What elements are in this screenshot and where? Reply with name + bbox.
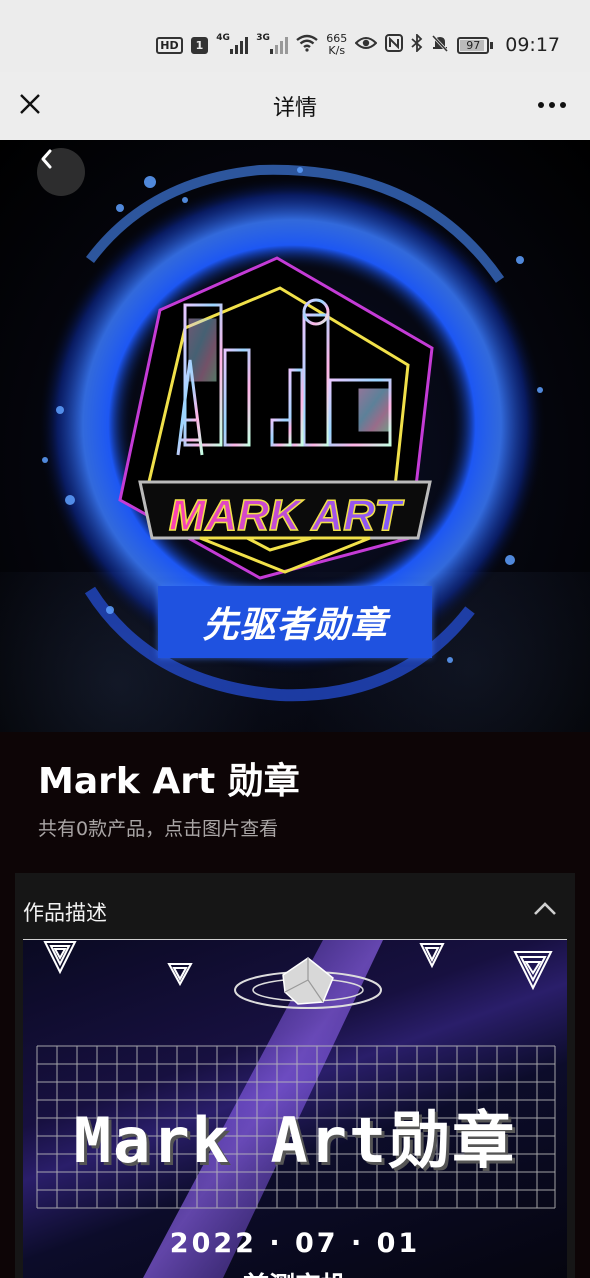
chevron-left-icon bbox=[41, 149, 52, 169]
product-info: Mark Art 勋章 共有0款产品，点击图片查看 bbox=[0, 732, 590, 872]
more-dot-icon bbox=[560, 102, 566, 108]
description-label: 作品描述 bbox=[23, 901, 107, 925]
more-dot-icon bbox=[549, 102, 555, 108]
hero-image[interactable]: MARK ART 先驱者勋章 bbox=[0, 140, 590, 732]
eye-icon bbox=[354, 36, 378, 54]
logo-text: MARK ART bbox=[169, 491, 404, 540]
signal-3g-icon: 3G bbox=[256, 33, 289, 54]
more-options-button[interactable] bbox=[532, 90, 572, 120]
nfc-icon bbox=[385, 34, 404, 56]
network-speed: 665 K/s bbox=[326, 32, 348, 57]
hd-voice-icon: HD bbox=[156, 36, 183, 54]
status-bar: HD 1 4G 3G 665 K/s 97 09:17 bbox=[0, 0, 590, 72]
wifi-icon bbox=[296, 34, 318, 56]
bluetooth-icon bbox=[411, 32, 423, 56]
title-bar: 详情 bbox=[0, 72, 590, 140]
description-poster[interactable]: Mark Art勋章 2022 · 07 · 01 首测空投 bbox=[23, 940, 567, 1278]
description-panel: 作品描述 Mark Art勋章 2022 · 07 · 01 bbox=[15, 873, 575, 1278]
chevron-up-icon bbox=[534, 902, 556, 915]
battery-icon: 97 bbox=[457, 36, 494, 54]
clock: 09:17 bbox=[505, 34, 560, 56]
sim-icon: 1 bbox=[190, 36, 209, 54]
poster-date: 2022 · 07 · 01 bbox=[169, 1228, 421, 1259]
page-title: 详情 bbox=[272, 96, 317, 121]
more-dot-icon bbox=[538, 102, 544, 108]
collapse-button[interactable] bbox=[531, 895, 559, 923]
description-header[interactable]: 作品描述 bbox=[15, 873, 575, 939]
badge-banner: 先驱者勋章 bbox=[158, 586, 432, 658]
signal-4g-icon: 4G bbox=[216, 33, 249, 54]
product-subtitle[interactable]: 共有0款产品，点击图片查看 bbox=[38, 814, 278, 841]
mute-bell-icon bbox=[431, 34, 449, 56]
product-title: Mark Art 勋章 bbox=[38, 761, 300, 802]
poster-title: Mark Art勋章 bbox=[73, 1104, 517, 1177]
back-button[interactable] bbox=[37, 148, 85, 196]
poster-subtitle: 首测空投 bbox=[23, 1266, 567, 1278]
